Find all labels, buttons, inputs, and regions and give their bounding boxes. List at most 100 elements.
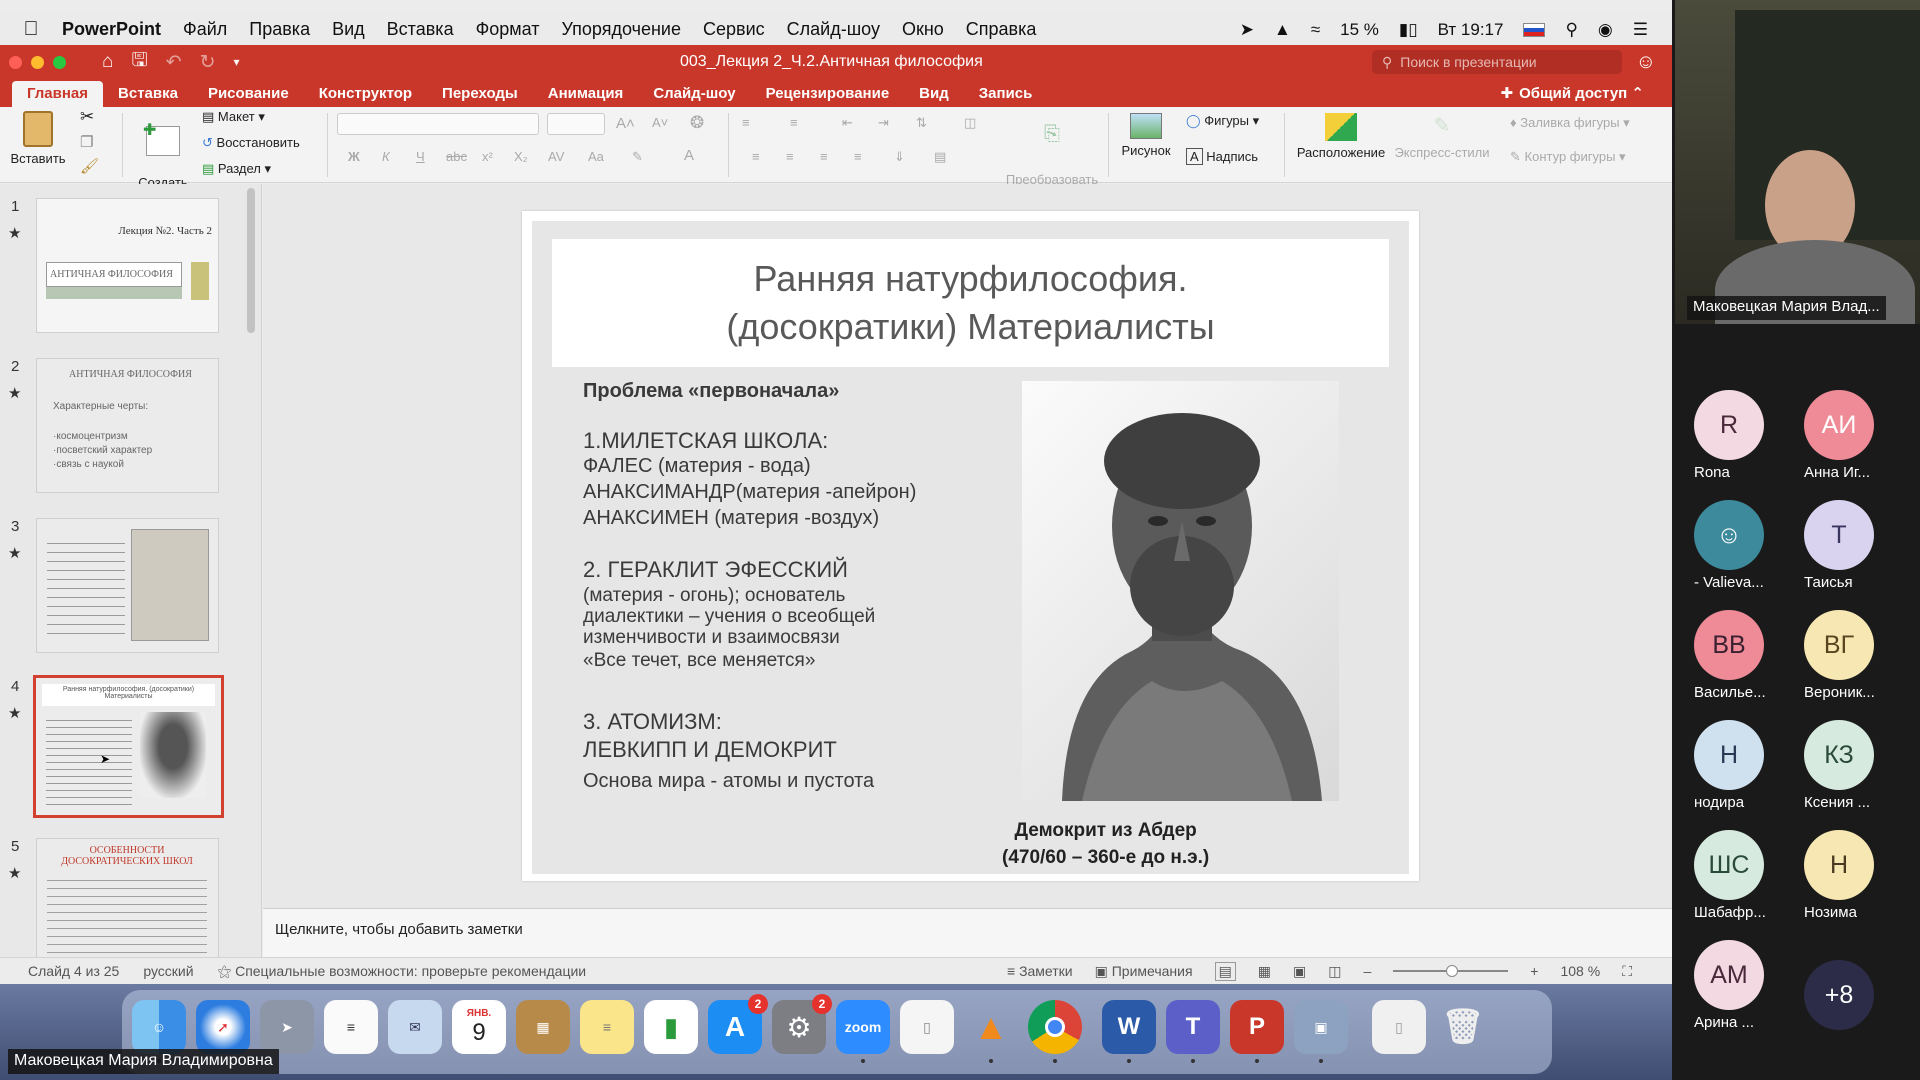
close-window-button[interactable] — [9, 55, 22, 69]
line-spacing-icon[interactable]: ⇅ — [916, 115, 927, 131]
teams-icon[interactable]: T — [1166, 1000, 1220, 1063]
participant-tile[interactable]: ☺ - Valieva... — [1674, 500, 1784, 610]
slide-sorter-icon[interactable]: ▦ — [1258, 963, 1271, 980]
siri-icon[interactable]: ◉ — [1598, 20, 1613, 40]
section-2-line-2[interactable]: диалектики – учения о всеобщей — [583, 606, 875, 627]
notes-pane[interactable]: Щелкните, чтобы добавить заметки — [263, 908, 1672, 957]
control-center-icon[interactable]: ☰ — [1633, 20, 1648, 40]
participant-tile[interactable]: АИ Анна Иг... — [1784, 390, 1894, 500]
subscript-button[interactable]: X₂ — [514, 149, 528, 164]
menu-arrange[interactable]: Упорядочение — [562, 19, 681, 40]
zoom-out-button[interactable]: – — [1364, 963, 1372, 979]
section-button[interactable]: ▤ Раздел ▾ — [202, 161, 271, 177]
participant-tile[interactable]: КЗ Ксения ... — [1784, 720, 1894, 830]
tab-draw[interactable]: Рисование — [193, 81, 304, 107]
tab-slideshow[interactable]: Слайд-шоу — [638, 81, 750, 107]
calendar-icon[interactable]: ЯНВ. 9 — [452, 1000, 506, 1054]
bold-button[interactable]: Ж — [348, 149, 360, 164]
menu-tools[interactable]: Сервис — [703, 19, 765, 40]
finder-icon[interactable]: ☺ — [132, 1000, 186, 1063]
shape-outline-button[interactable]: ✎ Контур фигуры ▾ — [1510, 149, 1626, 165]
picture-button[interactable]: Рисунок — [1118, 113, 1174, 158]
decrease-font-icon[interactable]: A˅ — [652, 115, 668, 130]
undo-icon[interactable]: ↶ — [166, 51, 182, 74]
section-2-line-4[interactable]: «Все течет, все меняется» — [583, 650, 815, 671]
layout-button[interactable]: ▤ Макет ▾ — [202, 109, 265, 125]
notebook-icon[interactable]: ▦ — [516, 1000, 570, 1054]
change-case-icon[interactable]: Aa — [588, 149, 604, 164]
copy-icon[interactable]: ❐ — [80, 133, 93, 151]
highlight-icon[interactable]: ✎ — [632, 149, 643, 165]
section-1-heading[interactable]: 1.МИЛЕТСКАЯ ШКОЛА: — [583, 428, 828, 454]
char-spacing-icon[interactable]: AV — [548, 149, 564, 164]
cone-icon[interactable]: ▲ — [1274, 20, 1291, 40]
vlc-icon[interactable]: ▲ — [964, 1000, 1018, 1063]
clock[interactable]: Вт 19:17 — [1438, 20, 1504, 40]
numbers-icon[interactable]: ▮ — [644, 1000, 698, 1054]
menu-file[interactable]: Файл — [183, 19, 227, 40]
image-capture-icon[interactable]: ▣ — [1294, 1000, 1348, 1063]
align-text-icon[interactable]: ▤ — [934, 149, 946, 165]
zoom-app-icon[interactable]: zoom — [836, 1000, 890, 1063]
customize-toolbar-icon[interactable]: ▾ — [234, 55, 240, 69]
participant-tile[interactable]: АМ Арина ... — [1674, 940, 1784, 1050]
menu-window[interactable]: Окно — [902, 19, 944, 40]
tab-review[interactable]: Рецензирование — [751, 81, 905, 107]
reading-view-icon[interactable]: ▣ — [1293, 963, 1306, 980]
zoom-level[interactable]: 108 % — [1560, 963, 1600, 979]
format-painter-icon[interactable]: 🖌 — [80, 157, 99, 175]
decrease-indent-icon[interactable]: ⇤ — [842, 115, 853, 131]
quick-styles-button[interactable]: ✎ Экспресс-стили — [1392, 113, 1492, 160]
textbox-button[interactable]: A Надпись — [1186, 148, 1258, 165]
text-direction-icon[interactable]: ⇓ — [894, 149, 905, 165]
menu-format[interactable]: Формат — [476, 19, 540, 40]
section-3-line-1[interactable]: ЛЕВКИПП И ДЕМОКРИТ — [583, 737, 837, 763]
fit-to-window-icon[interactable]: ⛶ — [1622, 963, 1632, 980]
menu-insert[interactable]: Вставка — [387, 19, 454, 40]
powerpoint-icon[interactable]: P — [1230, 1000, 1284, 1063]
tab-record[interactable]: Запись — [964, 81, 1048, 107]
launchpad-icon[interactable]: ➤ — [260, 1000, 314, 1054]
system-preferences-icon[interactable]: ⚙ 2 — [772, 994, 832, 1054]
slideshow-view-icon[interactable]: ◫ — [1328, 963, 1341, 980]
participant-tile[interactable]: Ннодира — [1674, 720, 1784, 830]
increase-font-icon[interactable]: A˄ — [616, 115, 635, 132]
font-size-select[interactable] — [547, 113, 605, 135]
menu-help[interactable]: Справка — [966, 19, 1037, 40]
participant-tile[interactable]: R Rona — [1674, 390, 1784, 500]
arrange-button[interactable]: Расположение — [1294, 113, 1388, 160]
italic-button[interactable]: К — [382, 149, 390, 164]
font-color-icon[interactable]: A — [684, 147, 694, 164]
clear-format-icon[interactable]: ❂ — [690, 113, 704, 133]
tab-view[interactable]: Вид — [904, 81, 964, 107]
slide-thumbnails-pane[interactable]: 1 ★ Лекция №2. Часть 2 АНТИЧНАЯ ФИЛОСОФИ… — [0, 184, 262, 957]
align-right-icon[interactable]: ≡ — [820, 149, 828, 164]
thumbnail-3[interactable]: 3 ★ — [0, 518, 261, 668]
app-store-icon[interactable]: A2 — [708, 994, 768, 1054]
tab-transitions[interactable]: Переходы — [427, 81, 533, 107]
search-presentation-field[interactable]: ⚲ Поиск в презентации — [1372, 50, 1622, 74]
spotlight-search-icon[interactable]: ⚲ — [1565, 20, 1577, 40]
section-2-heading[interactable]: 2. ГЕРАКЛИТ ЭФЕССКИЙ — [583, 557, 848, 583]
bullets-icon[interactable]: ≡ — [742, 115, 750, 130]
menu-view[interactable]: Вид — [332, 19, 365, 40]
safari-icon[interactable]: ➚ — [196, 1000, 250, 1054]
battery-percent[interactable]: 15 % — [1340, 20, 1379, 40]
align-center-icon[interactable]: ≡ — [786, 149, 794, 164]
presenter-video[interactable]: Маковецкая Мария Влад... — [1675, 0, 1920, 324]
section-1-line-1[interactable]: ФАЛЕС (материя - вода) — [583, 453, 811, 479]
trash-icon[interactable]: 🗑 — [1436, 1000, 1490, 1054]
location-arrow-icon[interactable]: ➤ — [1240, 20, 1254, 40]
underline-button[interactable]: Ч — [416, 149, 425, 164]
menu-edit[interactable]: Правка — [249, 19, 310, 40]
zoom-slider[interactable] — [1393, 965, 1509, 977]
thumbnail-slide[interactable]: АНТИЧНАЯ ФИЛОСОФИЯ Характерные черты: ·к… — [36, 358, 219, 493]
section-1-line-3[interactable]: АНАКСИМЕН (материя -воздух) — [583, 505, 879, 531]
superscript-button[interactable]: x² — [482, 149, 493, 164]
increase-indent-icon[interactable]: ⇥ — [878, 115, 889, 131]
zoom-in-button[interactable]: + — [1530, 963, 1538, 979]
minimize-window-button[interactable] — [31, 55, 44, 69]
shapes-button[interactable]: ◯ Фигуры ▾ — [1186, 113, 1259, 129]
downloads-stack-icon[interactable]: ▯ — [1372, 1000, 1426, 1054]
language-indicator[interactable]: русский — [143, 963, 193, 979]
